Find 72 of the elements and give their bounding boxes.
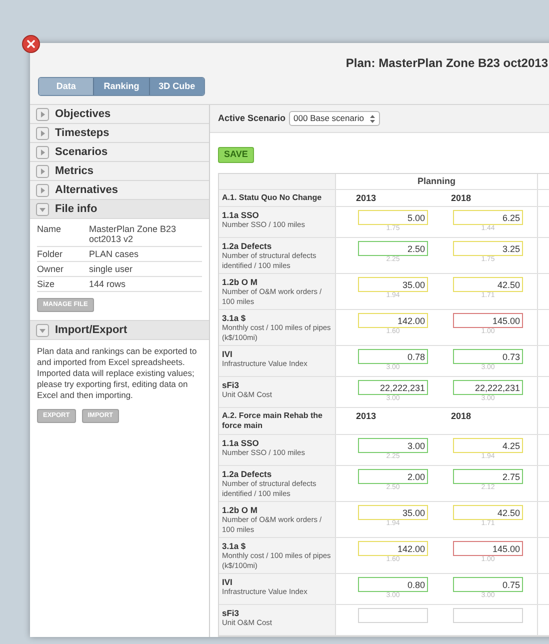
collapse-icon[interactable] <box>36 324 49 336</box>
value-field[interactable]: 0.75 <box>453 577 523 592</box>
info-value: 144 rows <box>89 279 127 289</box>
group-title: A.2. Force main Rehab the force main <box>222 411 324 431</box>
metric-name: 1.1a SSO <box>222 210 260 220</box>
info-label: Size <box>37 279 56 289</box>
metric-name: IVI <box>222 349 234 359</box>
value-field[interactable]: 145.00 <box>453 313 523 328</box>
expand-icon[interactable] <box>36 164 49 178</box>
expand-icon[interactable] <box>36 126 49 140</box>
value-field[interactable] <box>453 608 523 623</box>
info-value: PLAN cases <box>89 249 140 259</box>
save-button[interactable]: SAVE <box>218 146 254 163</box>
accordion-header[interactable]: Alternatives <box>30 181 209 200</box>
close-icon[interactable] <box>22 35 40 53</box>
value-field[interactable]: 0.78 <box>358 349 428 364</box>
value-field[interactable]: 22,222,231 <box>453 380 523 395</box>
collapse-icon[interactable] <box>36 202 49 216</box>
metric-name: 1.2a Defects <box>222 241 273 251</box>
value-field[interactable]: 42.50 <box>453 505 523 520</box>
value-field[interactable]: 4.25 <box>453 438 523 453</box>
metric-name: 1.1a SSO <box>222 438 260 448</box>
expand-icon[interactable] <box>36 108 49 120</box>
value-field[interactable]: 35.00 <box>358 277 428 292</box>
value-field[interactable]: 5.00 <box>358 210 428 225</box>
value-field[interactable]: 0.80 <box>358 577 428 592</box>
value-field[interactable]: 3.00 <box>358 438 428 453</box>
metric-name: 3.1a $ <box>222 541 247 551</box>
value-field[interactable]: 142.00 <box>358 313 428 328</box>
value-field[interactable]: 142.00 <box>358 541 428 556</box>
accordion-header[interactable]: Metrics <box>30 162 209 181</box>
year-header: 2018 <box>451 412 472 421</box>
accordion-header[interactable]: Scenarios <box>30 143 209 162</box>
info-value: single user <box>89 264 134 274</box>
active-scenario-label: Active Scenario <box>218 112 286 125</box>
value-field[interactable]: 3.25 <box>453 241 523 256</box>
value-field[interactable]: 42.50 <box>453 277 523 292</box>
window-title: Plan: MasterPlan Zone B23 oct2013 <box>346 55 548 72</box>
expand-icon[interactable] <box>36 146 49 158</box>
value-field[interactable]: 2.50 <box>358 241 428 256</box>
scenario-select[interactable]: 000 Base scenario <box>288 111 380 126</box>
metric-name: sFi3 <box>222 380 240 390</box>
year-header: 2013 <box>356 194 376 203</box>
metric-name: sFi3 <box>222 608 240 618</box>
accordion-header[interactable]: File info <box>30 200 209 219</box>
metric-name: IVI <box>222 577 234 587</box>
accordion-header[interactable]: Objectives <box>30 105 209 124</box>
info-label: Name <box>37 224 62 236</box>
year-header: 2018 <box>451 194 472 203</box>
expand-icon[interactable] <box>36 184 49 196</box>
value-field[interactable]: 145.00 <box>453 541 523 556</box>
metric-name: 3.1a $ <box>222 313 247 323</box>
metric-name: 1.2a Defects <box>222 469 273 479</box>
accordion-header[interactable]: Import/Export <box>30 321 209 340</box>
info-label: Owner <box>37 264 65 274</box>
metric-name: 1.2b O M <box>222 277 258 287</box>
value-field[interactable]: 35.00 <box>358 505 428 520</box>
info-label: Folder <box>37 249 64 259</box>
value-field[interactable]: 0.73 <box>453 349 523 364</box>
info-value: MasterPlan Zone B23 oct2013 v2 <box>89 224 178 244</box>
metric-name: 1.2b O M <box>222 505 258 515</box>
group-title: A.1. Statu Quo No Change <box>222 193 322 203</box>
value-field[interactable]: 6.25 <box>453 210 523 225</box>
year-header: 2013 <box>356 412 376 421</box>
value-field[interactable]: 22,222,231 <box>358 380 428 395</box>
value-field[interactable] <box>358 608 428 623</box>
import-export-description: Plan data and rankings can be exported to and imported from Excel spreadsheets. Imported data will replace existing values; please try exporting first, editing data on Excel and then importing. <box>37 346 198 401</box>
value-field[interactable]: 2.75 <box>453 469 523 484</box>
accordion-header[interactable]: Timesteps <box>30 124 209 143</box>
select-arrows-icon <box>370 114 375 122</box>
column-group-header: Planning <box>418 174 456 188</box>
value-field[interactable]: 2.00 <box>358 469 428 484</box>
